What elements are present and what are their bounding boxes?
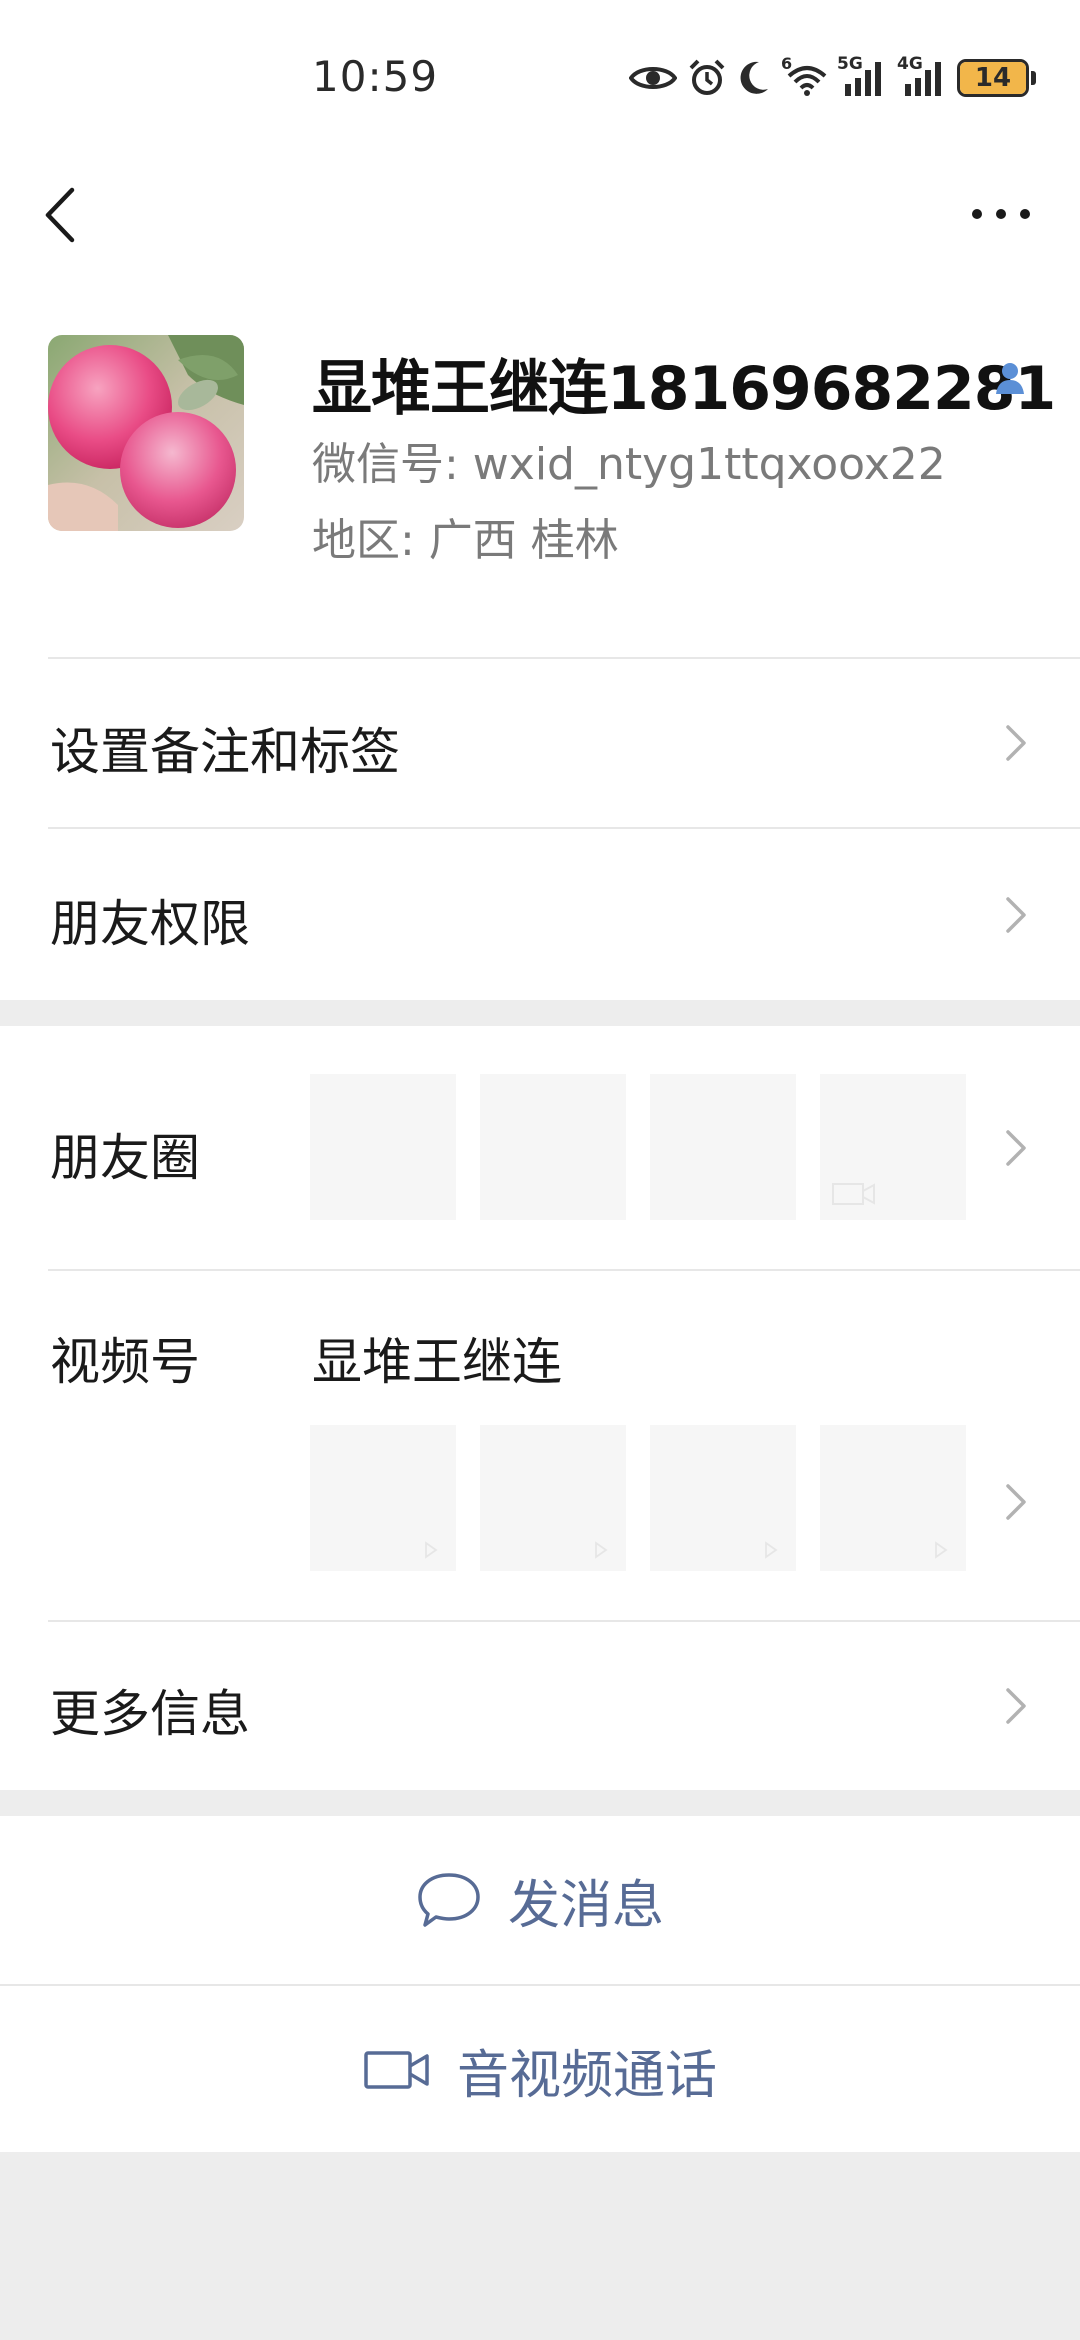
channel-video-thumbnail	[480, 1425, 626, 1571]
play-icon	[425, 1541, 438, 1559]
more-dots-icon	[972, 209, 982, 219]
status-time: 10:59	[312, 52, 439, 101]
remark-tags-label: 设置备注和标签	[50, 723, 400, 781]
profile-name: 显堆王继连18169682281	[312, 354, 1056, 424]
more-info-row[interactable]: 更多信息	[0, 1622, 1080, 1790]
friend-permissions-label: 朋友权限	[50, 895, 250, 953]
send-message-label: 发消息	[507, 1875, 664, 1936]
chevron-left-icon	[45, 187, 75, 243]
friend-permissions-row[interactable]: 朋友权限	[0, 829, 1080, 1000]
signal-5g: 5G	[837, 54, 887, 98]
battery-tip	[1031, 71, 1036, 85]
channel-name: 显堆王继连	[312, 1333, 562, 1391]
back-button[interactable]	[36, 180, 86, 250]
channels-label: 视频号	[50, 1333, 200, 1391]
play-icon	[935, 1541, 948, 1559]
wifi-icon	[787, 66, 827, 96]
av-call-label: 音视频通话	[456, 2045, 717, 2106]
moments-thumbnail	[310, 1074, 456, 1220]
signal-icon	[845, 62, 881, 96]
remark-tags-row[interactable]: 设置备注和标签	[0, 659, 1080, 827]
chevron-right-icon	[1006, 725, 1026, 761]
channel-video-thumbnail	[310, 1425, 456, 1571]
avatar[interactable]	[48, 335, 244, 531]
channel-video-thumbnail	[820, 1425, 966, 1571]
region: 地区: 广西 桂林	[312, 515, 619, 566]
contact-person-icon	[993, 360, 1027, 396]
more-dots-icon	[996, 209, 1006, 219]
wechat-id: 微信号: wxid_ntyg1ttqxoox22	[312, 439, 946, 490]
moments-thumbnail	[650, 1074, 796, 1220]
chevron-right-icon	[1006, 1484, 1026, 1520]
video-call-icon	[364, 2051, 429, 2089]
alarm-icon	[689, 59, 725, 95]
battery-icon: 14	[957, 59, 1036, 97]
signal-4g: 4G	[897, 54, 947, 98]
more-dots-icon	[1020, 209, 1030, 219]
more-info-label: 更多信息	[50, 1685, 250, 1743]
play-icon	[595, 1541, 608, 1559]
signal-icon	[905, 62, 941, 96]
avatar-image	[48, 335, 244, 531]
moments-label: 朋友圈	[50, 1129, 200, 1187]
chat-bubble-icon	[418, 1873, 480, 1927]
moments-thumbnail	[480, 1074, 626, 1220]
send-message-button[interactable]: 发消息	[0, 1816, 1080, 1984]
battery-level: 14	[974, 63, 1012, 93]
chevron-right-icon	[1006, 1688, 1026, 1724]
more-button[interactable]	[966, 196, 1036, 232]
chevron-right-icon	[1006, 897, 1026, 933]
chevron-right-icon	[1006, 1130, 1026, 1166]
eye-icon	[629, 67, 677, 89]
status-icons: 6 5G 4G 14	[629, 54, 1036, 100]
battery-body: 14	[957, 59, 1029, 97]
video-icon	[832, 1183, 875, 1205]
av-call-button[interactable]: 音视频通话	[0, 1986, 1080, 2154]
moments-thumbnail	[820, 1074, 966, 1220]
wifi-indicator: 6	[781, 54, 827, 98]
channel-video-thumbnail	[650, 1425, 796, 1571]
moon-icon	[740, 61, 768, 94]
play-icon	[765, 1541, 778, 1559]
moments-row[interactable]: 朋友圈	[0, 1026, 1080, 1269]
